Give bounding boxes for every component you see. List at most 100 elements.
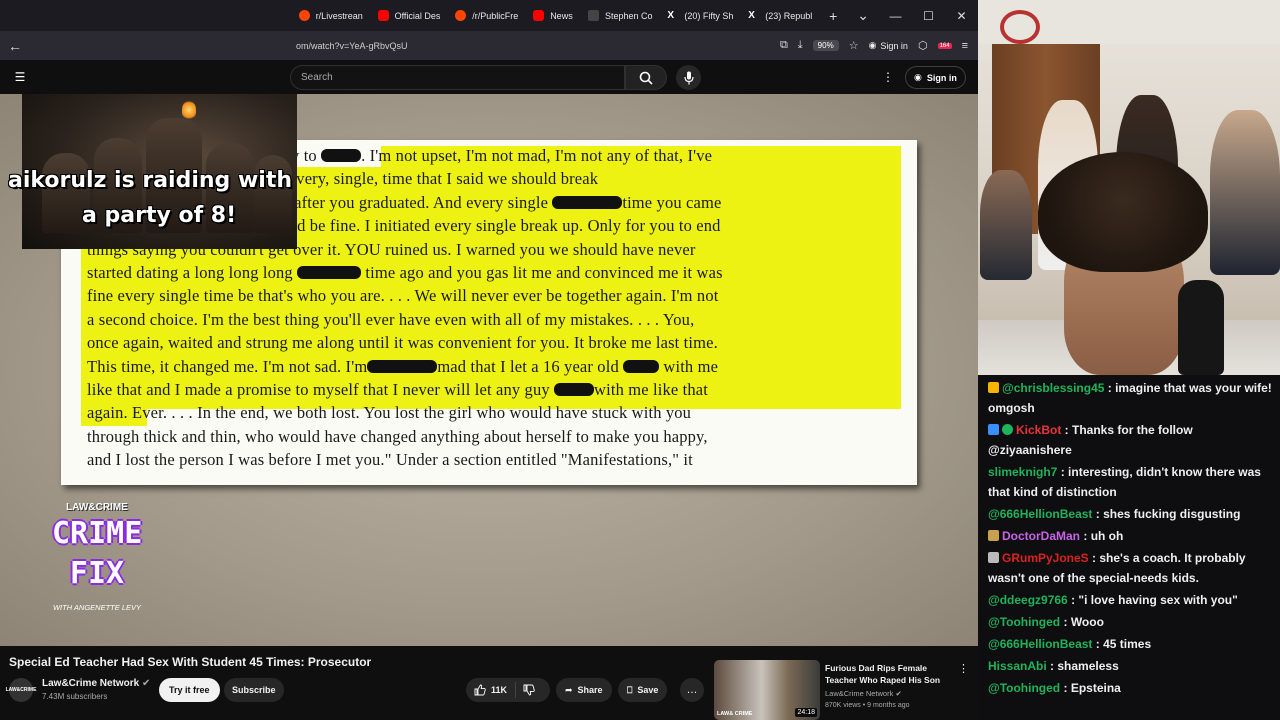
tab-republ[interactable]: X (23) Republ [740,0,819,31]
verified-icon: ✔ [142,678,151,689]
tab-livestream[interactable]: r/Livestrean [291,0,370,31]
more-options-icon[interactable]: ⋮ [882,70,894,84]
line-text: time ago and you gas lit me and convince… [361,263,723,282]
related-video-title[interactable]: Furious Dad Rips Female Teacher Who Rape… [825,662,955,686]
menu-icon[interactable]: ≡ [962,40,968,52]
browser-nav-bar: ← om/watch?v=YeA-gRbvQsU ⧉ ⤓ 90% ☆ ◉ Sign… [0,31,978,60]
search-icon [639,71,653,85]
document-line: and I lost the person I was before I met… [87,450,897,470]
tab-stephen[interactable]: Stephen Co [580,0,659,31]
related-more-icon[interactable]: ⋮ [958,662,969,675]
game-character [254,155,292,233]
chat-separator: : [1060,681,1071,695]
close-icon[interactable]: ✕ [945,9,978,23]
chat-username[interactable]: GRumPyJoneS [1002,551,1089,565]
raid-alert-line1: aikorulz is raiding with [8,168,292,193]
document-line: again. Ever. . . . In the end, we both l… [87,403,897,423]
chat-username[interactable]: slimeknigh7 [988,465,1057,479]
maximize-icon[interactable]: ☐ [912,9,945,23]
line-text: started dating a long long long [87,263,298,282]
picture-in-picture-icon[interactable]: ⧉ [780,39,788,52]
chat-username[interactable]: DoctorDaMan [1002,529,1080,543]
redaction-bar [623,359,660,373]
tab-news[interactable]: News [525,0,580,31]
video-player[interactable]: All I was to you was somebody to . I'm n… [0,94,978,646]
search-button[interactable] [625,65,667,90]
tab-label: Stephen Co [605,10,653,21]
chat-message: @Toohinged : Epsteina [988,677,1274,699]
related-channel[interactable]: Law&Crime Network ✔ [825,689,902,698]
tab-publicfre[interactable]: /r/PublicFre [447,0,525,31]
chat-badge-icon [988,530,999,541]
tab-label: Official Des [394,10,441,21]
chat-username[interactable]: @666HellionBeast [988,637,1092,651]
chat-message: KickBot : Thanks for the follow @ziyaani… [988,419,1274,461]
minimize-icon[interactable]: — [879,9,912,23]
bookmark-star-icon[interactable]: ☆ [849,39,859,52]
chat-username[interactable]: HissanAbi [988,659,1047,673]
line-text: with me like that [594,380,708,399]
logo-top: LAW&CRIME [66,502,128,513]
redaction-bar [321,149,362,162]
chat-username[interactable]: KickBot [1016,423,1061,437]
redaction-bar [297,266,362,279]
more-actions-button[interactable]: … [680,678,704,702]
chat-badge-icon [988,552,999,563]
line-text: This time, it changed me. I'm not sad. I… [87,356,368,376]
extensions-icon[interactable]: ⬡ [918,39,928,52]
address-bar[interactable]: om/watch?v=YeA-gRbvQsU [296,41,780,51]
bookmark-icon: ⎕ [627,684,633,695]
line-text: with me [659,356,719,376]
tab-fifty[interactable]: X (20) Fifty Sh [659,0,740,31]
download-icon[interactable]: ⤓ [798,39,803,52]
torch-image [182,100,196,120]
line-text: through thick and thin, who would have c… [87,426,708,446]
save-button[interactable]: ⎕ Save [618,678,668,702]
chevron-down-icon[interactable]: ⌄ [847,7,879,24]
new-tab-icon[interactable]: + [819,8,847,24]
channel-name-text: Law&Crime Network [42,678,140,689]
chat-username[interactable]: @Toohinged [988,681,1060,695]
like-button[interactable]: 11K [466,682,517,698]
tab-label: (23) Republ [765,10,813,21]
microphone-image [1178,280,1224,375]
chat-username[interactable]: @Toohinged [988,615,1060,629]
back-arrow-icon[interactable]: ← [0,38,30,54]
reddit-icon [298,10,310,21]
line-text: again. Ever. . . . In the end, we both l… [87,403,692,423]
streamer-hair [1038,152,1208,272]
chat-message: @chrisblessing45 : imagine that was your… [988,377,1274,419]
chat-username[interactable]: @ddeegz9766 [988,593,1068,607]
signin-label: Sign in [926,72,957,83]
video-info: Special Ed Teacher Had Sex With Student … [0,646,978,720]
chat-separator: : [1092,637,1104,651]
account-signin[interactable]: ◉ Sign in [869,40,908,51]
like-dislike-group: 11K [466,678,550,702]
related-video-thumbnail[interactable]: LAW& CRIME 24:18 [714,660,820,720]
browser-tab-bar: r/Livestrean Official Des /r/PublicFre N… [0,0,978,31]
chat-username[interactable]: @chrisblessing45 [1002,381,1104,395]
chat-message: @666HellionBeast : 45 times [988,633,1274,655]
zoom-level[interactable]: 90% [812,40,839,51]
voice-search-button[interactable] [676,65,701,90]
hamburger-menu-icon[interactable]: ☰ [0,70,40,84]
line-text: . I'm not upset, I'm not mad, I'm not an… [361,146,713,165]
channel-avatar[interactable]: LAW&CRIME [6,678,36,702]
ellipsis-icon: … [686,684,698,696]
share-button[interactable]: ➦ Share [556,678,612,702]
account-icon: ◉ [868,40,877,50]
chat-text: shes fucking disgusting [1103,507,1241,521]
tab-official[interactable]: Official Des [370,0,448,31]
channel-name[interactable]: Law&Crime Network ✔ [42,678,150,689]
chat-username[interactable]: @666HellionBeast [988,507,1092,521]
search-input[interactable]: Search [290,65,625,90]
subscribe-button[interactable]: Subscribe [224,678,284,702]
related-meta: 870K views • 9 months ago [825,702,910,709]
chat-message: @ddeegz9766 : "i love having sex with yo… [988,589,1274,611]
dislike-button[interactable] [516,684,542,696]
extension-badge[interactable]: 164 [937,42,952,49]
youtube-signin-button[interactable]: ◉ Sign in [905,66,966,89]
try-it-free-button[interactable]: Try it free [159,678,220,702]
chat-badge-icon [988,424,999,435]
chat-text: shameless [1057,659,1119,673]
